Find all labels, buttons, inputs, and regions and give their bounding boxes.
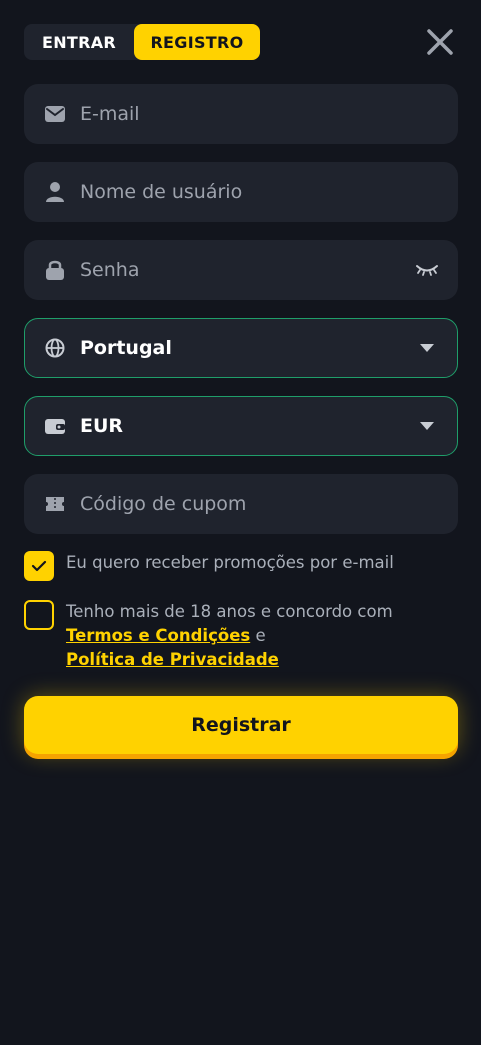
terms-link[interactable]: Termos e Condições <box>66 626 250 645</box>
tab-entrar[interactable]: ENTRAR <box>24 24 134 60</box>
email-placeholder: E-mail <box>80 103 140 125</box>
wallet-icon <box>44 415 66 437</box>
password-field[interactable]: Senha <box>24 240 458 300</box>
envelope-icon <box>44 103 66 125</box>
privacy-link[interactable]: Política de Privacidade <box>66 650 279 669</box>
coupon-field[interactable]: Código de cupom <box>24 474 458 534</box>
promo-checkbox-row: Eu quero receber promoções por e-mail <box>24 551 458 581</box>
eye-closed-icon[interactable] <box>415 258 439 282</box>
chevron-down-icon <box>415 336 439 360</box>
currency-value: EUR <box>80 415 124 437</box>
terms-line1: Tenho mais de 18 anos e concordo com <box>66 602 393 621</box>
terms-checkbox-label: Tenho mais de 18 anos e concordo com Ter… <box>66 600 393 672</box>
user-icon <box>44 181 66 203</box>
terms-checkbox[interactable] <box>24 600 54 630</box>
auth-tabs: ENTRAR REGISTRO <box>24 24 260 60</box>
ticket-icon <box>44 493 66 515</box>
terms-checkbox-row: Tenho mais de 18 anos e concordo com Ter… <box>24 600 458 672</box>
chevron-down-icon <box>415 414 439 438</box>
globe-icon <box>44 337 66 359</box>
currency-select[interactable]: EUR <box>24 396 458 456</box>
password-placeholder: Senha <box>80 259 140 281</box>
register-button[interactable]: Registrar <box>24 696 458 754</box>
close-icon[interactable] <box>424 26 456 58</box>
username-placeholder: Nome de usuário <box>80 181 243 203</box>
promo-checkbox-label: Eu quero receber promoções por e-mail <box>66 553 394 572</box>
coupon-placeholder: Código de cupom <box>80 493 247 515</box>
lock-icon <box>44 259 66 281</box>
country-value: Portugal <box>80 337 172 359</box>
country-select[interactable]: Portugal <box>24 318 458 378</box>
terms-connector: e <box>255 626 266 645</box>
check-icon <box>31 560 47 572</box>
promo-checkbox[interactable] <box>24 551 54 581</box>
tab-registro[interactable]: REGISTRO <box>134 24 260 60</box>
username-field[interactable]: Nome de usuário <box>24 162 458 222</box>
email-field[interactable]: E-mail <box>24 84 458 144</box>
